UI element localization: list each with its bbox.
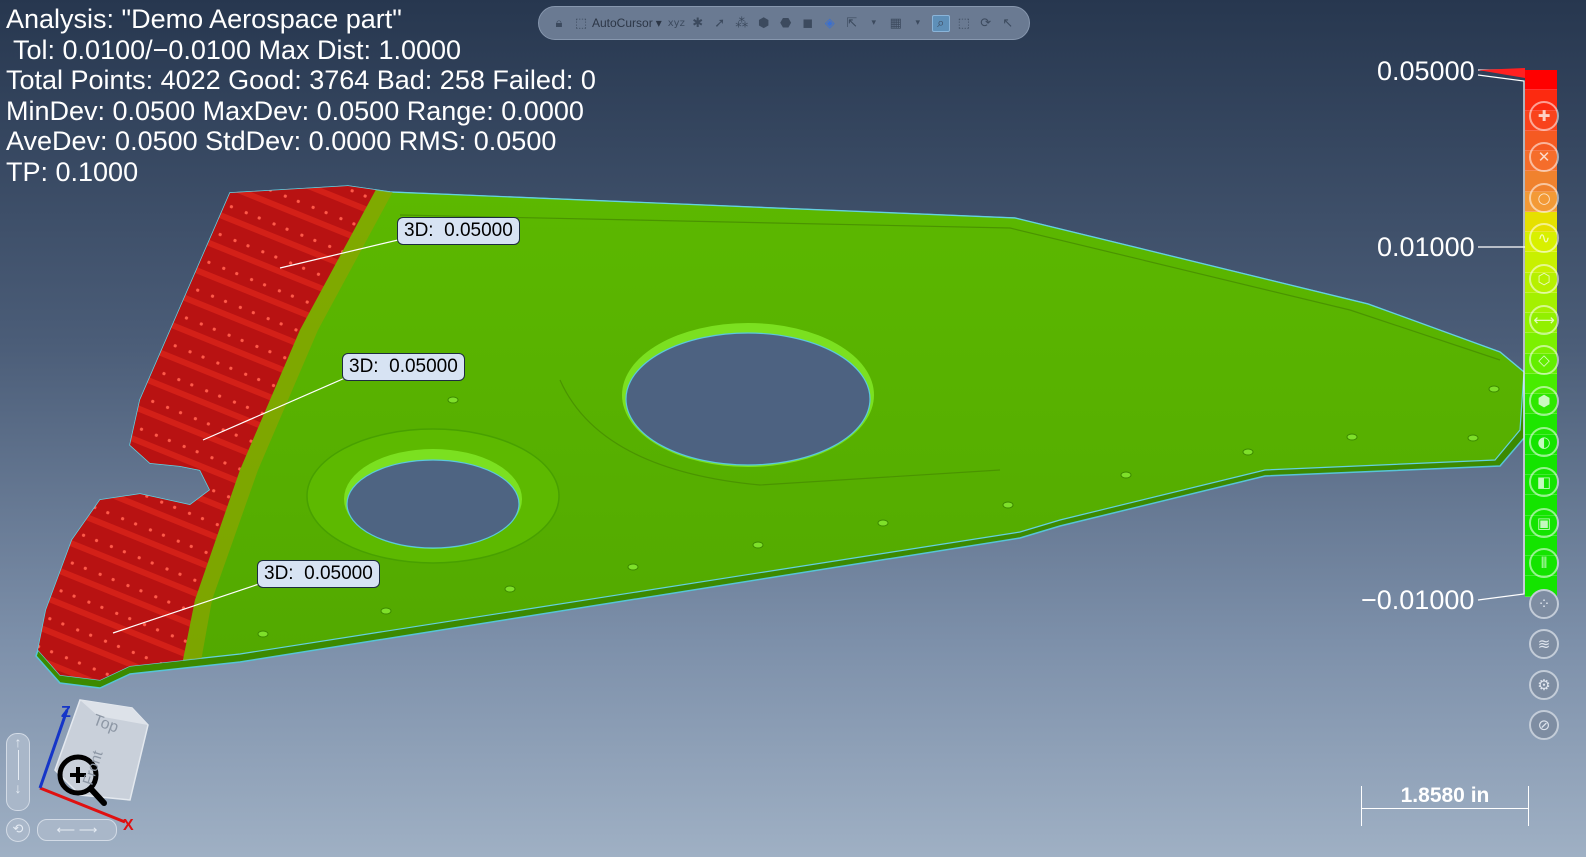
cursor-icon: ⬚ [574,15,588,31]
ruler-tick [1361,786,1362,826]
axis-x-label: X [123,817,134,834]
rivet [627,563,639,571]
ruler-label: 1.8580 in [1400,784,1490,807]
cross-icon[interactable]: ✕ [1529,142,1559,172]
rotate-select-icon[interactable]: ⟳ [978,16,994,31]
plus-icon[interactable]: ✚ [1529,101,1559,131]
cube-view-icon[interactable]: ◼ [800,16,816,31]
ruler-tick [1528,786,1529,826]
tp-line: TP: 0.1000 [6,156,139,187]
autocursor-dropdown[interactable]: ⬚ AutoCursor ▾ [573,16,662,31]
square-icon[interactable]: ▣ [1529,508,1559,538]
rivet [1002,501,1014,509]
rivet [1120,471,1132,479]
rivet [380,607,392,615]
rivet [752,541,764,549]
box-select-icon[interactable]: ▦ [888,16,904,31]
autocursor-label: AutoCursor [592,16,653,30]
rivet [257,630,269,638]
select-arrow-icon[interactable]: ➚ [712,16,728,31]
gear-icon[interactable]: ✱ [690,16,706,31]
zoom-select-icon[interactable]: ⌕ [931,14,950,32]
cube-solid-icon[interactable]: ⬣ [778,16,794,31]
chevron-down-icon: ▾ [655,16,662,30]
xyz-icon[interactable]: xyz [668,18,685,29]
arrow-up-icon: ↑ [14,734,22,750]
dropdown-icon[interactable]: ▾ [866,18,882,28]
circle-icon[interactable]: ○ [1529,183,1559,213]
deviation-callout[interactable]: 3D: 0.05000 [397,217,520,245]
deselect-icon[interactable]: ↖ [1000,16,1016,31]
rivet [1467,434,1479,442]
deviation-callout[interactable]: 3D: 0.05000 [257,560,380,588]
rivet [1242,448,1254,456]
points-line: Total Points: 4022 Good: 3764 Bad: 258 F… [6,65,596,96]
select-points-icon[interactable]: ⁂ [734,16,750,31]
cube-color-icon[interactable]: ◈ [822,16,838,31]
tolerance-line: Tol: 0.0100/−0.0100 Max Dist: 1.0000 [6,34,462,65]
analysis-title: Analysis: "Demo Aerospace part" [6,4,402,34]
dimension-icon[interactable]: ⟷ [1529,305,1559,335]
rivet [504,585,516,593]
rivet [877,519,889,527]
layer-icon[interactable]: ◧ [1529,467,1559,497]
align-icon[interactable]: ⫴ [1529,548,1559,578]
cube-select-icon[interactable]: ⬢ [756,16,772,31]
rivet [1488,385,1500,393]
lock-icon[interactable]: 🔒︎ [551,16,567,31]
scale-max-label: 0.05000 [1377,56,1475,86]
top-toolbar: 🔒︎ ⬚ AutoCursor ▾ xyz ✱ ➚ ⁂ ⬢ ⬣ ◼ ◈ ⇱ ▾ … [538,6,1030,40]
ruler-line [1361,808,1529,809]
rivet [447,396,459,404]
cube-icon[interactable]: ⬡ [1529,264,1559,294]
scale-min-label: −0.01000 [1361,585,1475,615]
select-box-icon[interactable]: ⬚ [956,16,972,31]
curve-icon[interactable]: ∿ [1529,223,1559,253]
select-cursor-icon[interactable]: ⇱ [844,16,860,31]
rotate-icon[interactable]: ⟲ [6,818,30,842]
cylinder-icon[interactable]: ◐ [1529,427,1559,457]
deviation-callout[interactable]: 3D: 0.05000 [342,353,465,381]
horizontal-pan-control[interactable]: ⟵ ⟶ [37,819,117,841]
small-hole [346,459,520,549]
box-icon[interactable]: ⬢ [1529,386,1559,416]
scale-ruler: 1.8580 in [1361,784,1529,826]
scale-mid-label: 0.01000 [1377,232,1475,262]
analysis-summary: Analysis: "Demo Aerospace part" Tol: 0.0… [6,4,596,188]
vertical-pan-control[interactable]: ↑ ↓ [6,733,30,811]
rivet [1346,433,1358,441]
arrow-down-icon: ↓ [14,780,22,796]
deviation-line: MinDev: 0.0500 MaxDev: 0.0500 Range: 0.0… [6,95,584,126]
dropdown-icon[interactable]: ▾ [910,18,926,28]
settings-icon[interactable]: ⚙ [1529,670,1559,700]
layers-icon[interactable]: ≋ [1529,629,1559,659]
scale-bracket [1477,74,1525,601]
large-hole [625,332,871,466]
tag-icon[interactable]: ◇ [1529,345,1559,375]
grid-icon[interactable]: ⁘ [1529,589,1559,619]
color-scale-segment [1525,70,1557,91]
axis-z-label: Z [61,704,71,721]
average-line: AveDev: 0.0500 StdDev: 0.0000 RMS: 0.050… [6,126,557,157]
no-entry-icon[interactable]: ⊘ [1529,710,1559,740]
